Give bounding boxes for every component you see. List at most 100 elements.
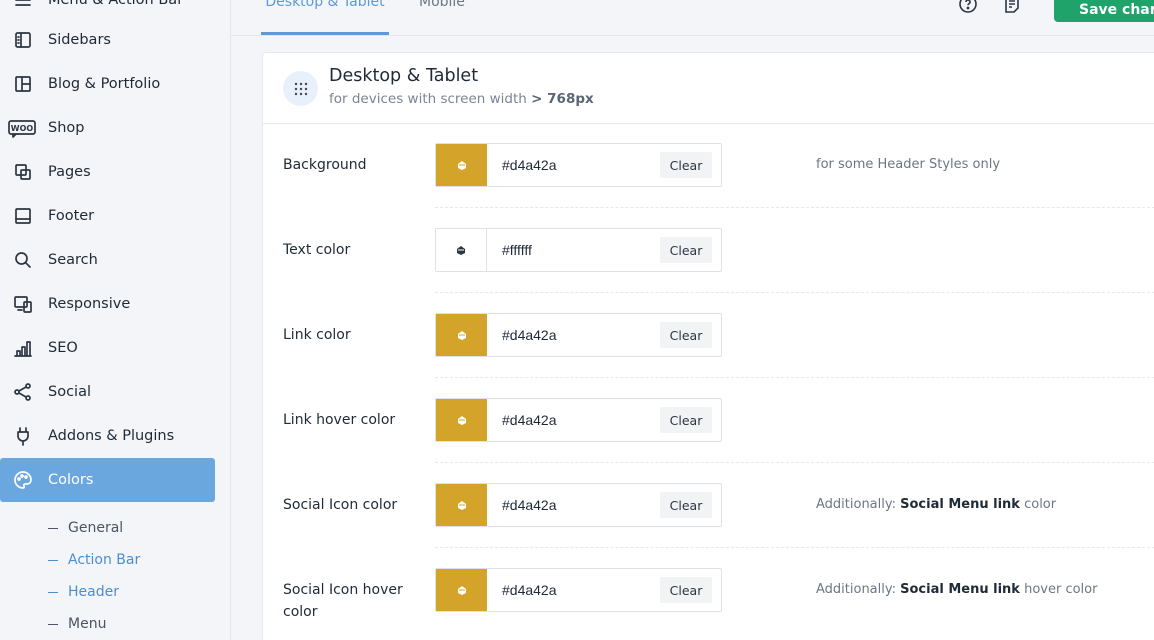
sidebar-item-social[interactable]: Social bbox=[0, 370, 215, 414]
divider bbox=[435, 292, 1154, 293]
note-prefix: Additionally: bbox=[816, 497, 896, 512]
row-note: Additionally: Social Menu link color bbox=[816, 497, 1056, 512]
divider bbox=[435, 462, 1154, 463]
search-icon bbox=[12, 249, 34, 271]
sidebar-icon bbox=[12, 29, 34, 51]
dash-icon bbox=[48, 591, 58, 593]
note-bold: Social Menu link bbox=[900, 497, 1020, 512]
subnav-item-action-bar[interactable]: Action Bar bbox=[48, 549, 140, 571]
tab-mobile[interactable]: Mobile bbox=[419, 0, 465, 35]
hex-input[interactable] bbox=[502, 580, 642, 600]
panel-header: Desktop & Tablet for devices with screen… bbox=[263, 53, 1154, 124]
sidebar-item-colors[interactable]: Colors bbox=[0, 458, 215, 502]
sidebar-item-responsive[interactable]: Responsive bbox=[0, 282, 215, 326]
svg-text:WOO: WOO bbox=[11, 124, 34, 133]
sidebar-item-label: Shop bbox=[48, 120, 85, 136]
note-suffix: color bbox=[1024, 497, 1057, 512]
subtitle-value: > 768px bbox=[531, 91, 594, 107]
subnav-label: General bbox=[68, 520, 124, 536]
subnav-label: Header bbox=[68, 584, 119, 600]
plug-icon bbox=[12, 425, 34, 447]
eraser-icon bbox=[457, 586, 466, 595]
sidebar-item-seo[interactable]: SEO bbox=[0, 326, 215, 370]
panel-subtitle: for devices with screen width > 768px bbox=[329, 91, 594, 107]
color-swatch-button[interactable] bbox=[436, 144, 487, 186]
hex-input[interactable] bbox=[502, 495, 642, 515]
sidebar-item-label: Responsive bbox=[48, 296, 131, 312]
note-bold: Social Menu link bbox=[900, 582, 1020, 597]
color-picker-background: Clear bbox=[435, 143, 722, 187]
dash-icon bbox=[48, 623, 58, 625]
pages-icon bbox=[12, 161, 34, 183]
color-picker-link-color: Clear bbox=[435, 313, 722, 357]
sidebar-item-label: Sidebars bbox=[48, 32, 111, 48]
divider bbox=[435, 547, 1154, 548]
sidebar: Menu & Action Bar Sidebars Blog & Portfo… bbox=[0, 0, 231, 640]
row-label-background: Background bbox=[283, 157, 367, 173]
subnav-label: Menu bbox=[68, 616, 107, 632]
panel-title: Desktop & Tablet bbox=[329, 66, 479, 86]
eraser-icon bbox=[457, 331, 466, 340]
tab-desktop-tablet[interactable]: Desktop & Tablet bbox=[261, 0, 389, 35]
sidebar-item-sidebars[interactable]: Sidebars bbox=[0, 18, 215, 62]
dash-icon bbox=[48, 527, 58, 529]
divider bbox=[435, 207, 1154, 208]
eraser-icon bbox=[457, 501, 466, 510]
sidebar-item-blog-portfolio[interactable]: Blog & Portfolio bbox=[0, 62, 215, 106]
save-label: Save changes bbox=[1079, 2, 1154, 18]
row-label-text-color: Text color bbox=[283, 242, 351, 258]
eraser-icon bbox=[457, 161, 466, 170]
sidebar-item-footer[interactable]: Footer bbox=[0, 194, 215, 238]
dots-grid-icon bbox=[283, 71, 318, 106]
color-swatch-button[interactable] bbox=[436, 399, 487, 441]
sidebar-item-label: Search bbox=[48, 252, 98, 268]
clear-button[interactable]: Clear bbox=[660, 237, 712, 263]
seo-chart-icon bbox=[12, 337, 34, 359]
responsive-icon bbox=[12, 293, 34, 315]
clear-button[interactable]: Clear bbox=[660, 322, 712, 348]
clear-button[interactable]: Clear bbox=[660, 407, 712, 433]
subnav-item-header[interactable]: Header bbox=[48, 581, 119, 603]
help-circle-icon[interactable] bbox=[957, 0, 979, 16]
sidebar-item-addons-plugins[interactable]: Addons & Plugins bbox=[0, 414, 215, 458]
clear-button[interactable]: Clear bbox=[660, 152, 712, 178]
sidebar-item-shop[interactable]: WOO Shop bbox=[0, 106, 215, 150]
note-prefix: Additionally: bbox=[816, 582, 896, 597]
clear-button[interactable]: Clear bbox=[660, 577, 712, 603]
dash-icon bbox=[48, 559, 58, 561]
sidebar-item-label: Addons & Plugins bbox=[48, 428, 175, 444]
sidebar-item-search[interactable]: Search bbox=[0, 238, 215, 282]
row-note: Additionally: Social Menu link hover col… bbox=[816, 582, 1097, 597]
eraser-icon bbox=[457, 246, 465, 255]
subnav-item-menu[interactable]: Menu bbox=[48, 613, 106, 635]
clear-button[interactable]: Clear bbox=[660, 492, 712, 518]
sidebar-item-label: Social bbox=[48, 384, 91, 400]
subnav-item-general[interactable]: General bbox=[48, 517, 123, 539]
footer-icon bbox=[12, 205, 34, 227]
hex-input[interactable] bbox=[502, 155, 642, 175]
sidebar-item-label: Colors bbox=[48, 472, 94, 488]
hex-input[interactable] bbox=[502, 410, 642, 430]
settings-panel: Desktop & Tablet for devices with screen… bbox=[262, 52, 1154, 640]
sidebar-item-label: Pages bbox=[48, 164, 91, 180]
color-picker-social-icon-hover-color: Clear bbox=[435, 568, 722, 612]
color-swatch-button[interactable] bbox=[436, 484, 487, 526]
share-icon bbox=[12, 381, 34, 403]
hex-input[interactable] bbox=[502, 240, 642, 260]
hex-input[interactable] bbox=[502, 325, 642, 345]
save-changes-button[interactable]: Save changes bbox=[1054, 0, 1154, 22]
color-swatch-button[interactable] bbox=[436, 229, 487, 271]
row-label-social-icon-color: Social Icon color bbox=[283, 497, 398, 513]
color-swatch-button[interactable] bbox=[436, 314, 487, 356]
color-picker-text-color: Clear bbox=[435, 228, 722, 272]
sidebar-item-pages[interactable]: Pages bbox=[0, 150, 215, 194]
subnav-label: Action Bar bbox=[68, 552, 141, 568]
eraser-icon bbox=[457, 416, 466, 425]
color-picker-link-hover-color: Clear bbox=[435, 398, 722, 442]
color-swatch-button[interactable] bbox=[436, 569, 487, 611]
notes-icon[interactable] bbox=[1001, 0, 1023, 16]
subtitle-prefix: for devices with screen width bbox=[329, 91, 527, 107]
divider bbox=[435, 377, 1154, 378]
sidebar-item-label: SEO bbox=[48, 340, 78, 356]
row-label-link-hover-color: Link hover color bbox=[283, 412, 396, 428]
